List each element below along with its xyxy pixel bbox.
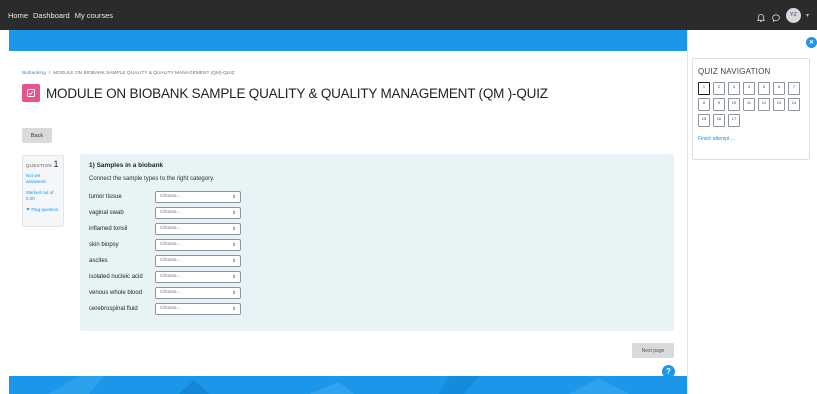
next-page-button[interactable]: Next page [632,343,674,358]
updown-caret-icon: ⇕ [232,305,236,311]
nav-home-link[interactable]: Home [8,11,28,20]
chat-icon[interactable] [771,10,781,23]
match-row: inflamed tonsil Choose... ⇕ [89,222,665,235]
question-number-value: 1 [53,159,59,169]
updown-caret-icon: ⇕ [232,257,236,263]
quiz-nav-button[interactable]: 12 [758,98,770,111]
quiz-nav-button[interactable]: 9 [713,98,725,111]
user-avatar[interactable]: YZ [785,7,801,23]
quiz-nav-button[interactable]: 11 [743,98,755,111]
select-value: Choose... [160,194,181,199]
top-navbar: Home Dashboard My courses YZ ▾ [0,0,817,30]
question-title: 1) Samples in a biobank [89,162,164,169]
match-row: tumor tissue Choose... ⇕ [89,190,665,203]
match-rows: tumor tissue Choose... ⇕ vaginal swab Cho… [89,190,665,315]
quiz-navigation-grid: 1 2 3 4 5 6 7 8 9 10 11 12 13 14 15 16 1… [698,82,804,127]
header-banner [9,30,687,51]
match-row: venous whole blood Choose... ⇕ [89,286,665,299]
updown-caret-icon: ⇕ [232,289,236,295]
match-select[interactable]: Choose... ⇕ [155,270,241,283]
quiz-navigation-title: QUIZ NAVIGATION [698,67,771,76]
match-row: ascites Choose... ⇕ [89,254,665,267]
question-grade: Marked out of 5.00 [26,190,54,201]
main-region: Biobanking / MODULE ON BIOBANK SAMPLE QUAL… [9,51,687,378]
nav-dashboard-link[interactable]: Dashboard [33,11,70,20]
breadcrumb: Biobanking / MODULE ON BIOBANK SAMPLE QUAL… [22,71,235,76]
select-value: Choose... [160,258,181,263]
breadcrumb-current[interactable]: MODULE ON BIOBANK SAMPLE QUALITY & QUALI… [53,71,235,76]
match-row: cerebrospinal fluid Choose... ⇕ [89,302,665,315]
quiz-nav-button[interactable]: 16 [713,114,725,127]
close-drawer-button[interactable]: ✕ [806,37,817,48]
close-icon: ✕ [808,40,815,46]
match-row: vaginal swab Choose... ⇕ [89,206,665,219]
flag-question-label: Flag question [31,207,59,212]
match-stem: venous whole blood [89,289,143,296]
quiz-nav-button[interactable]: 2 [713,82,725,95]
match-select[interactable]: Choose... ⇕ [155,206,241,219]
quiz-nav-button[interactable]: 15 [698,114,710,127]
bell-icon[interactable] [756,10,766,23]
quiz-nav-button[interactable]: 8 [698,98,710,111]
quiz-nav-button[interactable]: 14 [788,98,800,111]
breadcrumb-course-link[interactable]: Biobanking [22,71,46,76]
match-select[interactable]: Choose... ⇕ [155,286,241,299]
quiz-nav-button[interactable]: 7 [788,82,800,95]
flag-icon: ⚑ [26,207,31,212]
select-value: Choose... [160,210,181,215]
select-value: Choose... [160,274,181,279]
footer-banner [9,376,687,394]
match-select[interactable]: Choose... ⇕ [155,254,241,267]
select-value: Choose... [160,242,181,247]
match-select[interactable]: Choose... ⇕ [155,302,241,315]
question-number: QUESTION 1 [26,159,60,169]
quiz-nav-button[interactable]: 17 [728,114,740,127]
quiz-icon [22,84,40,102]
match-stem: ascites [89,257,108,264]
match-select[interactable]: Choose... ⇕ [155,222,241,235]
match-stem: vaginal swab [89,209,124,216]
quiz-nav-button[interactable]: 5 [758,82,770,95]
updown-caret-icon: ⇕ [232,273,236,279]
navbar-user-area: YZ ▾ [756,0,809,30]
select-value: Choose... [160,306,181,311]
flag-question-button[interactable]: ⚑ Flag question [26,207,60,213]
match-stem: cerebrospinal fluid [89,305,138,312]
quiz-navigation-panel: QUIZ NAVIGATION 1 2 3 4 5 6 7 8 9 10 11 … [692,58,810,160]
page-title: MODULE ON BIOBANK SAMPLE QUALITY & QUALI… [46,85,548,101]
breadcrumb-separator: / [48,71,51,76]
quiz-nav-button-current[interactable]: 1 [698,82,710,95]
select-value: Choose... [160,226,181,231]
quiz-nav-button[interactable]: 3 [728,82,740,95]
match-select[interactable]: Choose... ⇕ [155,190,241,203]
finish-attempt-link[interactable]: Finish attempt ... [698,136,804,142]
match-stem: tumor tissue [89,193,122,200]
select-value: Choose... [160,290,181,295]
question-content: 1) Samples in a biobank Connect the samp… [80,154,674,331]
match-row: skin biopsy Choose... ⇕ [89,238,665,251]
match-stem: isolated nucleic acid [89,273,143,280]
back-button[interactable]: Back [22,128,52,143]
footer-decoration [49,376,629,394]
updown-caret-icon: ⇕ [232,193,236,199]
question-label: QUESTION [26,163,52,168]
quiz-nav-button[interactable]: 4 [743,82,755,95]
nav-my-courses-link[interactable]: My courses [75,11,113,20]
question-text: Connect the sample types to the right ca… [89,176,215,182]
updown-caret-icon: ⇕ [232,241,236,247]
match-stem: inflamed tonsil [89,225,128,232]
question-state: Not yet answered [26,173,46,184]
question-info-panel: QUESTION 1 Not yet answered Marked out o… [22,155,64,227]
quiz-nav-button[interactable]: 6 [773,82,785,95]
match-select[interactable]: Choose... ⇕ [155,238,241,251]
quiz-nav-button[interactable]: 10 [728,98,740,111]
updown-caret-icon: ⇕ [232,209,236,215]
user-menu-chevron-down-icon[interactable]: ▾ [806,12,809,19]
updown-caret-icon: ⇕ [232,225,236,231]
page-header: MODULE ON BIOBANK SAMPLE QUALITY & QUALI… [22,84,548,102]
quiz-nav-button[interactable]: 13 [773,98,785,111]
match-row: isolated nucleic acid Choose... ⇕ [89,270,665,283]
match-stem: skin biopsy [89,241,119,248]
